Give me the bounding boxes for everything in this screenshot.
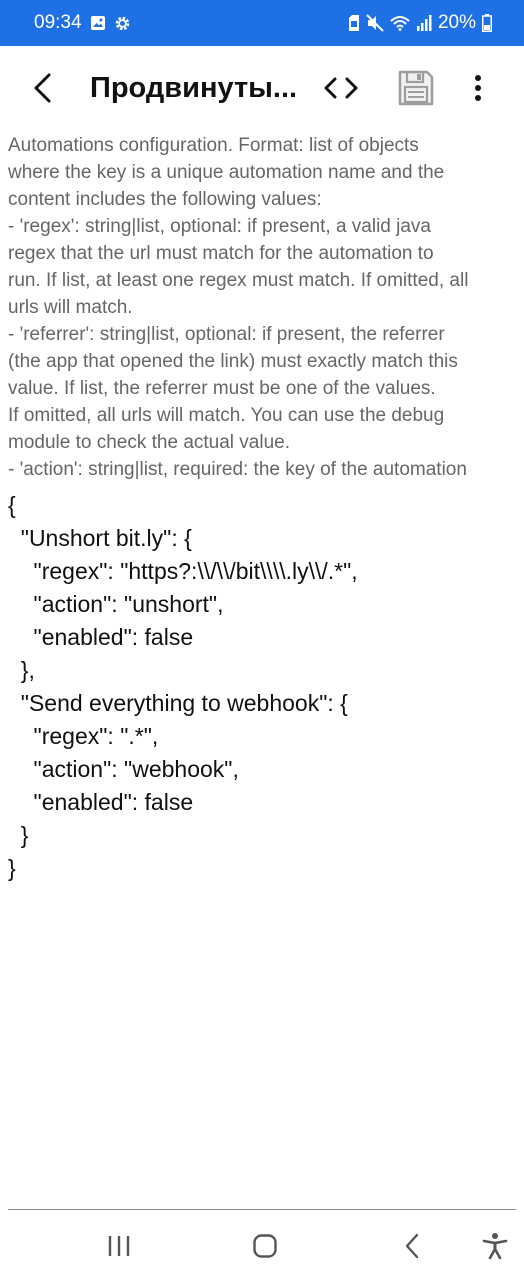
battery-icon [482,14,492,32]
home-button[interactable] [243,1226,287,1266]
system-back-button[interactable] [390,1226,434,1266]
status-right: 20% [348,12,492,34]
status-left: 09:34 [34,12,131,34]
more-options-button[interactable] [460,68,496,108]
settings-gear-icon [114,15,131,32]
divider [8,1209,516,1210]
recents-icon [108,1236,130,1256]
recents-button[interactable] [97,1226,141,1266]
code-view-button[interactable] [320,68,362,108]
code-brackets-icon [324,77,358,99]
back-button[interactable] [22,68,62,108]
more-vert-icon [475,75,481,101]
accessibility-button[interactable] [473,1226,517,1266]
home-icon [253,1234,277,1258]
save-button[interactable] [394,66,438,110]
accessibility-icon [482,1233,508,1260]
navigation-bar [0,1212,524,1280]
gallery-icon [90,15,106,31]
save-floppy-icon [398,70,434,106]
app-bar: Продвинуты... [0,46,524,130]
status-time: 09:34 [34,12,82,33]
sim-icon [348,15,360,31]
battery-percent: 20% [437,12,476,33]
back-arrow-icon [34,73,51,103]
config-editor[interactable]: { "Unshort bit.ly": { "regex": "https?:\… [8,489,516,1189]
page-title: Продвинуты... [90,72,298,104]
back-icon [405,1233,419,1259]
wifi-icon [390,15,410,31]
mute-icon [366,14,384,32]
status-bar: 09:34 20% [0,0,524,46]
description-text: Automations configuration. Format: list … [8,135,469,480]
signal-icon [416,15,432,31]
